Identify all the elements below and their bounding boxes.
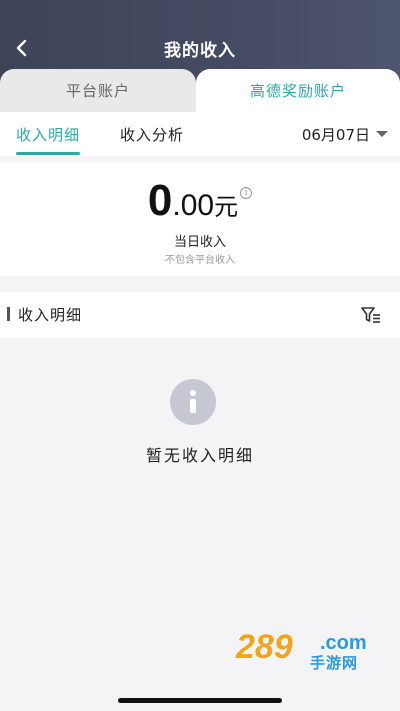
sub-tab-bar: 收入明细 收入分析 06月07日 (0, 112, 400, 156)
empty-state-text: 暂无收入明细 (145, 446, 254, 465)
home-indicator[interactable] (118, 698, 282, 703)
header-bar: 我的收入 平台账户 高德奖励账户 (0, 0, 400, 112)
income-amount: 0.00元i (0, 176, 400, 226)
info-empty-icon (170, 379, 216, 425)
amount-decimal: .00 (172, 189, 215, 222)
daily-income-note: 不包含平台收入 (165, 255, 235, 266)
tab-income-detail[interactable]: 收入明细 (16, 124, 81, 155)
watermark-sub: 手游网 (310, 654, 359, 672)
amount-unit: 元 (214, 194, 239, 221)
info-icon[interactable]: i (240, 187, 253, 199)
date-selector[interactable]: 06月07日 (302, 124, 370, 145)
filter-icon[interactable] (360, 305, 382, 325)
watermark-logo: 289 .com 手游网 (236, 628, 386, 676)
section-title: 收入明细 (18, 306, 83, 324)
tab-amap-reward-account[interactable]: 高德奖励账户 (196, 69, 400, 112)
divider (0, 156, 400, 162)
caret-down-icon[interactable] (376, 131, 388, 137)
tab-income-analysis[interactable]: 收入分析 (120, 124, 184, 145)
section-marker (7, 307, 10, 321)
watermark-number: 289 (236, 628, 293, 666)
daily-income-label: 当日收入 (173, 235, 226, 250)
tab-platform-account[interactable]: 平台账户 (0, 69, 196, 112)
amount-integer: 0 (147, 176, 173, 225)
page-title: 我的收入 (164, 41, 236, 61)
detail-section-header: 收入明细 (0, 292, 400, 338)
